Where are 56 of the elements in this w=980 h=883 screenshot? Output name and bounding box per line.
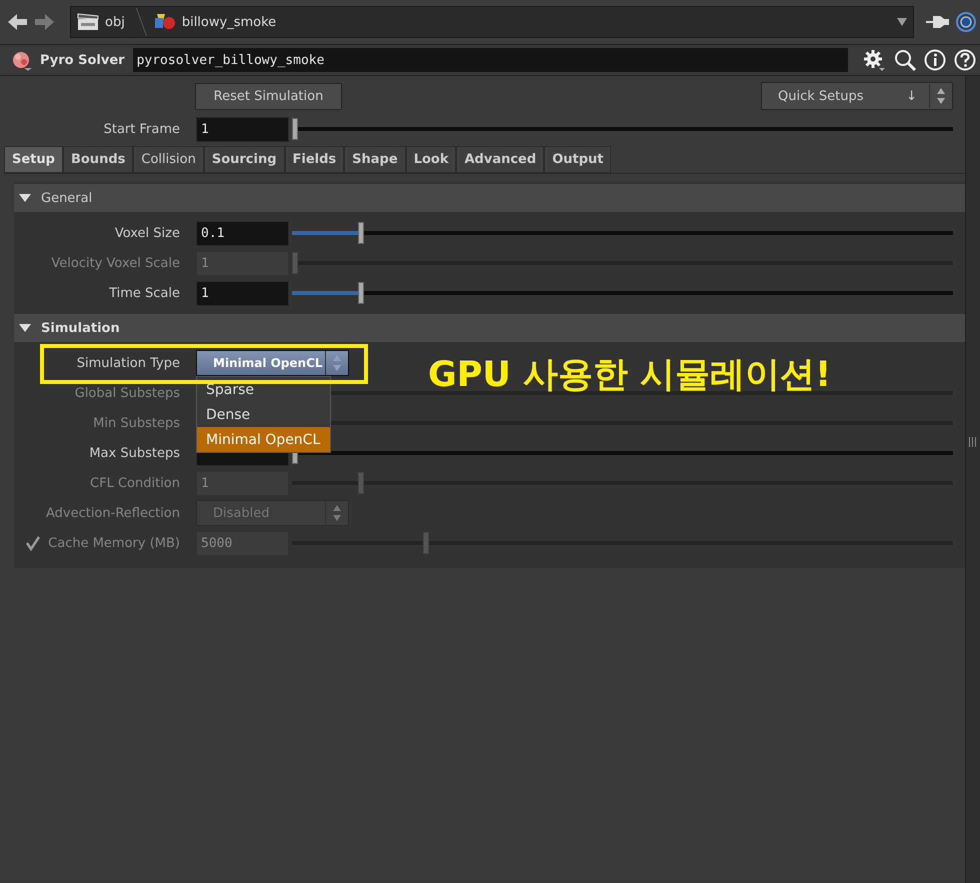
shapes-icon — [154, 12, 176, 32]
tab[interactable]: Bounds — [62, 146, 134, 173]
tab[interactable]: Sourcing — [204, 146, 285, 173]
section-title: General — [41, 190, 92, 206]
search-icon[interactable] — [894, 49, 916, 71]
clapperboard-icon — [77, 13, 99, 31]
value-field[interactable]: 0.1 — [196, 220, 289, 246]
tab[interactable]: Collision — [133, 146, 204, 173]
tab[interactable]: Shape — [344, 146, 406, 173]
section-header[interactable]: Simulation — [14, 314, 965, 342]
expand-triangle-icon[interactable] — [19, 193, 31, 203]
parameter-label: Min Substeps — [93, 416, 180, 430]
tab[interactable]: Fields — [284, 146, 344, 173]
tab[interactable]: Output — [544, 146, 612, 173]
path-bar[interactable]: obj billowy_smoke — [70, 6, 914, 38]
dropdown-option[interactable]: Sparse — [197, 377, 330, 402]
scrollbar[interactable] — [965, 76, 980, 883]
info-icon[interactable] — [924, 49, 946, 71]
section-title: Simulation — [41, 320, 120, 336]
parameter-label: Advection-Reflection — [46, 506, 180, 520]
section-header[interactable]: General — [14, 184, 965, 212]
path-segment[interactable]: obj — [105, 14, 125, 30]
path-segment[interactable]: billowy_smoke — [182, 14, 276, 30]
tab[interactable]: Advanced — [456, 146, 544, 173]
annotation-text: GPU 사용한 시뮬레이션! — [428, 358, 832, 393]
dropdown-option[interactable]: Minimal OpenCL — [197, 427, 330, 452]
tab[interactable]: Look — [406, 146, 456, 173]
parameter-label: Max Substeps — [89, 446, 180, 460]
node-name-field[interactable]: pyrosolver_billowy_smoke — [132, 48, 848, 72]
dropdown-button[interactable]: Minimal OpenCL — [196, 350, 349, 376]
pin-icon[interactable] — [926, 14, 950, 30]
back-arrow-icon[interactable] — [8, 13, 28, 31]
help-icon[interactable] — [954, 49, 976, 71]
parameter-label: Time Scale — [109, 286, 180, 300]
tab[interactable]: Setup — [4, 146, 63, 173]
quick-setups-menu[interactable]: Quick Setups ↓ — [761, 82, 953, 110]
parameter-label: Global Substeps — [74, 386, 180, 400]
parameter-label: Cache Memory (MB) — [48, 536, 180, 550]
slider-thumb[interactable] — [358, 282, 364, 304]
parameter-label: Voxel Size — [114, 226, 180, 240]
parameter-label: CFL Condition — [90, 476, 180, 490]
expand-triangle-icon[interactable] — [19, 323, 31, 333]
forward-arrow-icon[interactable] — [34, 13, 54, 31]
dropdown-arrow-icon[interactable] — [897, 18, 907, 26]
parameter-label: Velocity Voxel Scale — [51, 256, 180, 270]
gear-icon[interactable] — [862, 48, 886, 72]
node-type-label: Pyro Solver — [40, 52, 125, 68]
parameter-label: Start Frame — [104, 122, 180, 136]
value-field[interactable]: 1 — [196, 116, 289, 142]
target-icon[interactable] — [956, 12, 976, 32]
dropdown-option[interactable]: Dense — [197, 402, 330, 427]
reset-simulation-button[interactable]: Reset Simulation — [195, 82, 342, 110]
slider-thumb[interactable] — [358, 222, 364, 244]
parameter-label: Simulation Type — [76, 356, 180, 370]
value-field[interactable]: 1 — [196, 280, 289, 306]
slider-thumb[interactable] — [292, 118, 298, 140]
